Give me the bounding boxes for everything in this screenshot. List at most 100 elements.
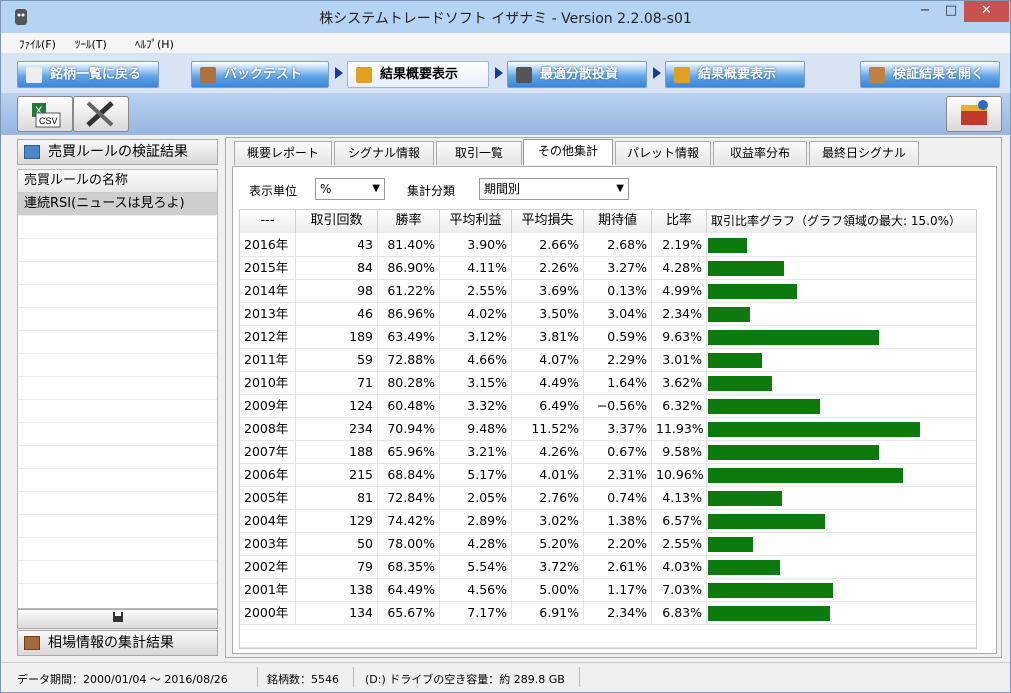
ratio-bar (708, 468, 904, 483)
cell-ratio: 9.63% (652, 326, 707, 349)
col-win-rate[interactable]: 勝率 (378, 210, 440, 233)
cell-avg-profit: 7.17% (440, 602, 512, 625)
table-row[interactable]: 2012年 189 63.49% 3.12% 3.81% 0.59% 9.63% (240, 326, 976, 349)
cell-ratio: 6.83% (652, 602, 707, 625)
empty-row (18, 331, 217, 354)
nav-summary-active[interactable]: 結果概要表示 (347, 61, 489, 88)
title-bar[interactable]: 株システムトレードソフト イザナミ - Version 2.2.08-s01 −… (1, 1, 1010, 33)
table-row[interactable]: 2001年 138 64.49% 4.56% 5.00% 1.17% 7.03% (240, 579, 976, 602)
table-row[interactable]: 2003年 50 78.00% 4.28% 5.20% 2.20% 2.55% (240, 533, 976, 556)
cell-avg-loss: 3.72% (512, 556, 584, 579)
rule-list-item[interactable]: 連続RSI(ニュースは見ろよ) (18, 193, 217, 216)
cell-period: 2006年 (240, 464, 296, 487)
col-period[interactable]: --- (240, 210, 296, 233)
cell-trade-count: 81 (296, 487, 378, 510)
cell-expected-value: −0.56% (584, 395, 652, 418)
cell-expected-value: 2.68% (584, 234, 652, 257)
empty-row (18, 446, 217, 469)
cell-win-rate: 72.88% (378, 349, 440, 372)
cell-avg-profit: 4.28% (440, 533, 512, 556)
unit-select[interactable]: % ▼ (315, 178, 385, 200)
table-row[interactable]: 2002年 79 68.35% 5.54% 3.72% 2.61% 4.03% (240, 556, 976, 579)
cell-expected-value: 1.17% (584, 579, 652, 602)
nav-backtest[interactable]: バックテスト (191, 61, 329, 88)
status-data-period: データ期間：2000/01/04 〜 2016/08/26 (17, 673, 228, 686)
rule-list-header: 売買ルールの名称 (18, 170, 217, 193)
col-expected-value[interactable]: 期待値 (584, 210, 652, 233)
table-row[interactable]: 2005年 81 72.84% 2.05% 2.76% 0.74% 4.13% (240, 487, 976, 510)
group-select[interactable]: 期間別 ▼ (479, 178, 629, 200)
empty-row (18, 354, 217, 377)
nav-summary-2[interactable]: 結果概要表示 (665, 61, 805, 88)
cell-avg-loss: 3.81% (512, 326, 584, 349)
cell-ratio-graph (707, 579, 976, 602)
table-row[interactable]: 2006年 215 68.84% 5.17% 4.01% 2.31% 10.96% (240, 464, 976, 487)
close-button[interactable]: ✕ (964, 1, 1009, 22)
cell-trade-count: 134 (296, 602, 378, 625)
table-row[interactable]: 2015年 84 86.90% 4.11% 2.26% 3.27% 4.28% (240, 257, 976, 280)
tab-overview-report[interactable]: 概要レポート (234, 141, 332, 165)
nav-back-to-list[interactable]: 銘柄一覧に戻る (17, 61, 159, 88)
table-row[interactable]: 2007年 188 65.96% 3.21% 4.26% 0.67% 9.58% (240, 441, 976, 464)
col-avg-loss[interactable]: 平均損失 (512, 210, 584, 233)
cell-avg-profit: 3.21% (440, 441, 512, 464)
cell-period: 2015年 (240, 257, 296, 280)
empty-row (18, 216, 217, 239)
tab-trade-list[interactable]: 取引一覧 (436, 141, 522, 165)
table-row[interactable]: 2016年 43 81.40% 3.90% 2.66% 2.68% 2.19% (240, 234, 976, 257)
window-title: 株システムトレードソフト イザナミ - Version 2.2.08-s01 (319, 11, 692, 27)
tab-signal-info[interactable]: シグナル情報 (334, 141, 434, 165)
table-row[interactable]: 2011年 59 72.88% 4.66% 4.07% 2.29% 3.01% (240, 349, 976, 372)
chart-icon (674, 67, 690, 83)
col-ratio[interactable]: 比率 (652, 210, 707, 233)
nav-open-results[interactable]: 検証結果を開く (860, 61, 1000, 88)
status-stock-count: 銘柄数：5546 (267, 673, 339, 686)
table-row[interactable]: 2004年 129 74.42% 2.89% 3.02% 1.38% 6.57% (240, 510, 976, 533)
menu-file[interactable]: ﾌｧｲﾙ(F) (19, 36, 56, 52)
cell-period: 2002年 (240, 556, 296, 579)
tab-return-distribution[interactable]: 収益率分布 (713, 141, 807, 165)
tab-last-day-signal[interactable]: 最終日シグナル (809, 141, 919, 165)
cell-expected-value: 3.37% (584, 418, 652, 441)
cell-period: 2000年 (240, 602, 296, 625)
cell-avg-profit: 5.17% (440, 464, 512, 487)
table-row[interactable]: 2008年 234 70.94% 9.48% 11.52% 3.37% 11.93% (240, 418, 976, 441)
table-row[interactable]: 2009年 124 60.48% 3.32% 6.49% −0.56% 6.32% (240, 395, 976, 418)
cell-period: 2004年 (240, 510, 296, 533)
table-row[interactable]: 2013年 46 86.96% 4.02% 3.50% 3.04% 2.34% (240, 303, 976, 326)
cell-avg-loss: 4.26% (512, 441, 584, 464)
menu-help[interactable]: ﾍﾙﾌﾟ(H) (135, 36, 174, 52)
menu-tools[interactable]: ﾂｰﾙ(T) (75, 36, 107, 52)
cell-ratio: 9.58% (652, 441, 707, 464)
cell-avg-profit: 3.90% (440, 234, 512, 257)
save-button[interactable] (17, 609, 218, 629)
table-row[interactable]: 2000年 134 65.67% 7.17% 6.91% 2.34% 6.83% (240, 602, 976, 625)
col-trade-count[interactable]: 取引回数 (296, 210, 378, 233)
nav-optimize[interactable]: 最適分散投資 (507, 61, 647, 88)
ratio-bar (708, 445, 879, 460)
col-ratio-graph[interactable]: 取引比率グラフ（グラフ領域の最大: 15.0%） (707, 210, 976, 233)
right-panel: 概要レポート シグナル情報 取引一覧 その他集計 パレット情報 収益率分布 最終… (225, 137, 1002, 658)
cell-ratio: 4.03% (652, 556, 707, 579)
maximize-button[interactable]: □ (938, 1, 964, 22)
market-info-header[interactable]: 相場情報の集計結果 (17, 630, 218, 656)
tab-other-stats[interactable]: その他集計 (523, 139, 613, 165)
empty-row (18, 308, 217, 331)
settings-tools-button[interactable] (73, 96, 129, 132)
minimize-button[interactable]: − (912, 1, 938, 22)
rule-results-header[interactable]: 売買ルールの検証結果 (17, 139, 218, 165)
cell-win-rate: 60.48% (378, 395, 440, 418)
col-avg-profit[interactable]: 平均利益 (440, 210, 512, 233)
ratio-bar (708, 307, 750, 322)
table-row[interactable]: 2010年 71 80.28% 3.15% 4.49% 1.64% 3.62% (240, 372, 976, 395)
cell-ratio-graph (707, 280, 976, 303)
chevron-down-icon: ▼ (372, 183, 380, 194)
export-csv-button[interactable]: X CSV (17, 96, 73, 132)
cell-ratio-graph (707, 234, 976, 257)
cell-trade-count: 124 (296, 395, 378, 418)
cell-ratio-graph (707, 464, 976, 487)
cell-period: 2009年 (240, 395, 296, 418)
table-row[interactable]: 2014年 98 61.22% 2.55% 3.69% 0.13% 4.99% (240, 280, 976, 303)
tab-palette-info[interactable]: パレット情報 (615, 141, 711, 165)
open-file-button[interactable] (946, 96, 1002, 132)
